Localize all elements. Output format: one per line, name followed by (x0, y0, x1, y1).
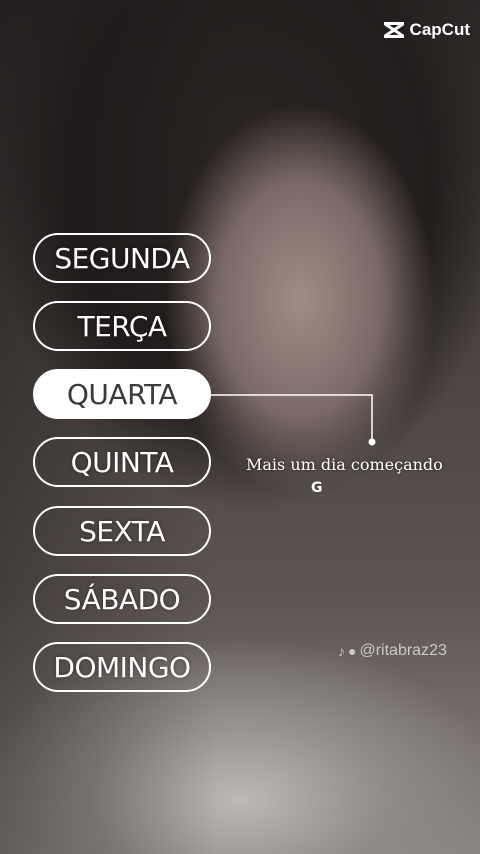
day-option-quinta[interactable]: QUINTA (33, 437, 211, 487)
creator-handle: @ritabraz23 (359, 642, 447, 659)
day-option-segunda[interactable]: SEGUNDA (33, 233, 211, 283)
capcut-logo: CapCut (383, 20, 470, 40)
user-icon: ● (348, 643, 357, 659)
creator-watermark: ♪ ● @ritabraz23 (338, 642, 447, 660)
day-option-sabado[interactable]: SÁBADO (33, 574, 211, 624)
tiktok-icon: ♪ (338, 643, 345, 659)
capcut-icon (383, 22, 404, 38)
day-option-quarta[interactable]: QUARTA (33, 369, 211, 419)
caption-text: Mais um dia começando (246, 455, 443, 474)
capcut-logo-text: CapCut (409, 20, 470, 39)
caption-glyph: G (311, 480, 323, 496)
day-option-sexta[interactable]: SEXTA (33, 506, 211, 556)
day-option-domingo[interactable]: DOMINGO (33, 642, 211, 692)
day-option-terca[interactable]: TERÇA (33, 301, 211, 351)
background-shade (0, 0, 480, 854)
